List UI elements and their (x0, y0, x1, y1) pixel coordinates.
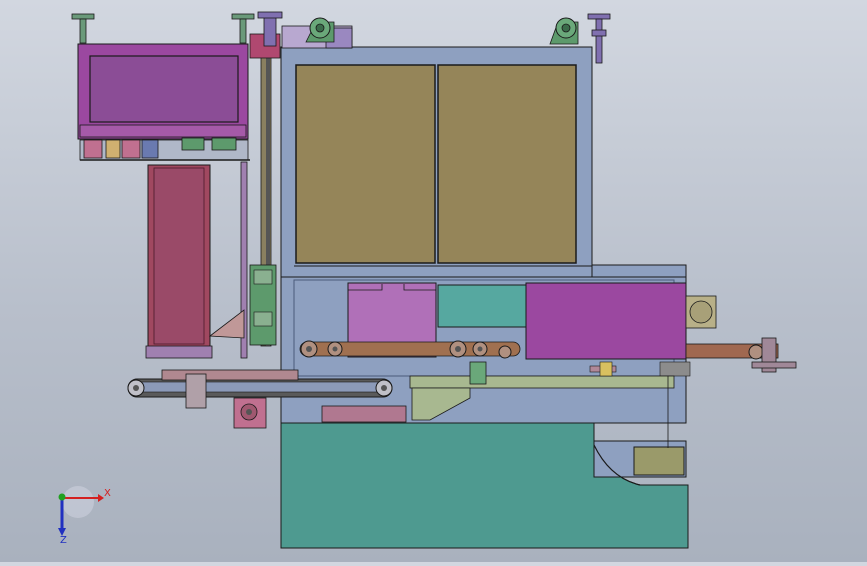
x-axis-label: X (104, 488, 111, 499)
chute-foot (145, 345, 213, 359)
hopper-green-block-1 (181, 137, 205, 151)
bottom-cabinet (280, 422, 689, 549)
hopper-foot-left (71, 13, 95, 44)
pulley-5 (498, 345, 512, 359)
magenta-box-right (525, 282, 687, 360)
teal-block (437, 284, 527, 328)
cabinet-side-plate (633, 446, 685, 476)
vertical-rack (249, 11, 283, 347)
olive-panel-left (295, 64, 436, 264)
hopper-window (89, 55, 239, 123)
chute-gusset (208, 309, 245, 339)
y-axis-dot (58, 493, 66, 501)
hopper-lower-strip (79, 124, 247, 138)
coordinate-triad: X Z (58, 486, 111, 546)
chute-inner (153, 167, 205, 345)
caster-left (305, 17, 335, 43)
hopper-assembly (71, 13, 255, 161)
olive-panel-right (437, 64, 577, 264)
hopper-bracket-1 (83, 139, 103, 159)
hopper-bracket-4 (141, 139, 159, 159)
z-axis-label: Z (60, 535, 67, 546)
frame-right-step (591, 264, 687, 278)
slide-rail (409, 375, 675, 389)
hopper-bracket-2 (105, 139, 121, 159)
belt-support-plate (161, 369, 299, 381)
assembly-drawing: X Z (58, 11, 797, 549)
hopper-green-block-2 (211, 137, 237, 151)
vertical-chute (145, 161, 248, 359)
hopper-bracket-3 (121, 139, 141, 159)
cad-viewport[interactable]: X Z (0, 0, 867, 562)
caster-right (549, 17, 579, 45)
